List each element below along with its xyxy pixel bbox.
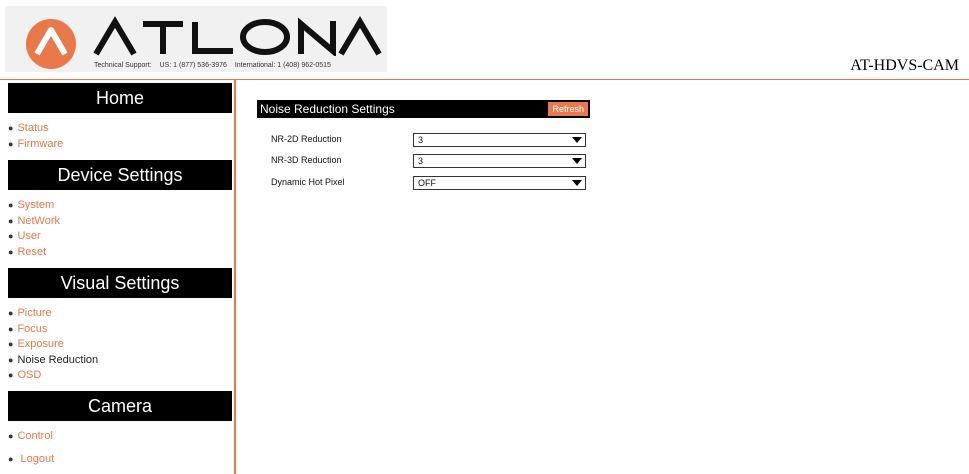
support-intl-phone: International: 1 (408) 962-0515: [234, 62, 331, 69]
sidebar-item-picture[interactable]: ● Picture: [8, 306, 98, 322]
sidebar-item-reset[interactable]: ● Reset: [8, 245, 60, 261]
section-home-header: Home: [8, 83, 232, 113]
camera-nav-list: ● Control: [8, 429, 53, 445]
network-link[interactable]: NetWork: [17, 215, 60, 227]
support-contact: Technical Support: US: 1 (877) 536-3976 …: [94, 62, 337, 69]
chevron-down-icon: [572, 180, 582, 186]
hot-pixel-label: Dynamic Hot Pixel: [271, 177, 345, 187]
sidebar-item-network[interactable]: ● NetWork: [8, 214, 60, 230]
user-link[interactable]: User: [17, 230, 40, 242]
logo-banner: Technical Support: US: 1 (877) 536-3976 …: [5, 6, 387, 72]
section-camera-header: Camera: [8, 391, 232, 421]
sidebar-item-logout[interactable]: ● Logout: [8, 452, 54, 468]
sidebar: Home ● Status ● Firmware Device Settings ●…: [0, 80, 236, 474]
refresh-button[interactable]: Refresh: [548, 102, 588, 116]
sidebar-item-status[interactable]: ● Status: [8, 121, 63, 137]
support-label: Technical Support:: [94, 62, 152, 69]
page: Technical Support: US: 1 (877) 536-3976 …: [0, 0, 969, 474]
panel-header: Noise Reduction Settings Refresh: [257, 100, 590, 118]
home-nav-list: ● Status ● Firmware: [8, 121, 63, 152]
hot-pixel-value: OFF: [418, 178, 436, 188]
nr3d-value: 3: [418, 156, 424, 166]
header: Technical Support: US: 1 (877) 536-3976 …: [0, 0, 969, 80]
nr2d-select[interactable]: 3: [413, 133, 586, 147]
nr3d-label: NR-3D Reduction: [271, 155, 342, 165]
status-link[interactable]: Status: [17, 122, 48, 134]
section-visual-settings-header: Visual Settings: [8, 268, 232, 298]
sidebar-item-focus[interactable]: ● Focus: [8, 322, 98, 338]
support-us-phone: US: 1 (877) 536-3976: [159, 62, 227, 69]
chevron-down-icon: [572, 137, 582, 143]
page-title: Noise Reduction Settings: [260, 102, 395, 116]
sidebar-item-system[interactable]: ● System: [8, 198, 60, 214]
picture-link[interactable]: Picture: [17, 307, 51, 319]
section-device-settings-header: Device Settings: [8, 160, 232, 190]
sidebar-item-osd[interactable]: ● OSD: [8, 368, 98, 384]
nr3d-select[interactable]: 3: [413, 154, 586, 168]
logout-nav-list: ● Logout: [8, 452, 54, 468]
sidebar-item-firmware[interactable]: ● Firmware: [8, 137, 63, 153]
system-link[interactable]: System: [17, 199, 54, 211]
reset-link[interactable]: Reset: [17, 246, 46, 258]
nr2d-value: 3: [418, 135, 424, 145]
sidebar-item-user[interactable]: ● User: [8, 229, 60, 245]
sidebar-item-noise-reduction[interactable]: ● Noise Reduction: [8, 353, 98, 369]
atlona-logo-icon: [26, 19, 76, 69]
osd-link[interactable]: OSD: [17, 369, 41, 381]
atlona-wordmark: [93, 16, 382, 56]
visual-nav-list: ● Picture ● Focus ● Exposure ● Noise Reducti…: [8, 306, 98, 384]
exposure-link[interactable]: Exposure: [17, 338, 63, 350]
sidebar-item-exposure[interactable]: ● Exposure: [8, 337, 98, 353]
device-nav-list: ● System ● NetWork ● User ● Reset: [8, 198, 60, 260]
device-model: AT-HDVS-CAM: [850, 57, 959, 74]
nr2d-label: NR-2D Reduction: [271, 134, 342, 144]
hot-pixel-select[interactable]: OFF: [413, 176, 586, 190]
sidebar-item-control[interactable]: ● Control: [8, 429, 53, 445]
focus-link[interactable]: Focus: [17, 323, 47, 335]
firmware-link[interactable]: Firmware: [17, 138, 63, 150]
noise-reduction-current[interactable]: Noise Reduction: [17, 354, 98, 366]
control-link[interactable]: Control: [17, 430, 52, 442]
chevron-down-icon: [572, 158, 582, 164]
logout-link[interactable]: Logout: [21, 453, 55, 465]
